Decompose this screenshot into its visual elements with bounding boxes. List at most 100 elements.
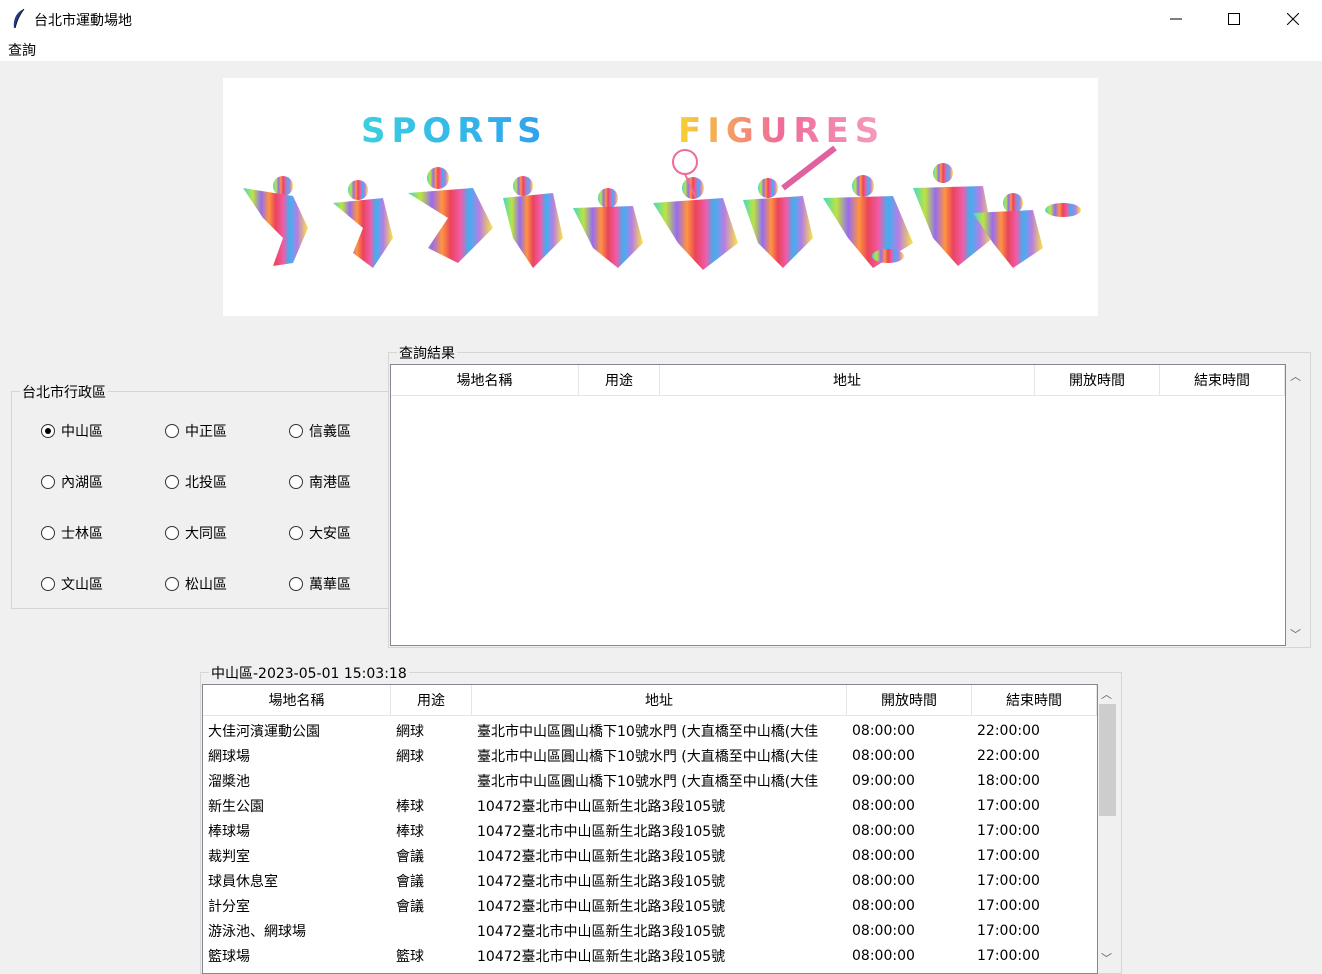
radio-circle-icon[interactable] [41,526,55,540]
column-header[interactable]: 結束時間 [972,685,1097,715]
column-header[interactable]: 開放時間 [1035,365,1160,395]
radio-circle-icon[interactable] [289,475,303,489]
table-row[interactable]: 網球場 網球 臺北市中山區圓山橋下10號水門 (大直橋至中山橋(大佳 08:00:00… [203,743,1097,768]
table-row[interactable]: 溜槳池 臺北市中山區圓山橋下10號水門 (大直橋至中山橋(大佳 09:00:00 18… [203,768,1097,793]
query-results-table[interactable]: 場地名稱 用途 地址 開放時間 結束時間 [390,364,1286,646]
table-cell: 08:00:00 [852,722,915,739]
radio-circle-icon[interactable] [289,424,303,438]
table-cell: 17:00:00 [977,872,1040,889]
district-table-scrollbar[interactable]: ︿ ﹀ [1098,684,1117,968]
district-radio[interactable]: 松山區 [165,574,227,594]
table-cell: 棒球 [396,823,424,840]
scrollbar-thumb[interactable] [1099,704,1116,816]
table-row[interactable]: 游泳池、網球場 10472臺北市中山區新生北路3段105號 08:00:00 17:0… [203,918,1097,943]
radio-circle-icon[interactable] [165,526,179,540]
radio-circle-icon[interactable] [165,424,179,438]
district-table-label: 中山區-2023-05-01 15:03:18 [209,663,409,683]
district-radio[interactable]: 大安區 [289,523,351,543]
table-cell: 08:00:00 [852,872,915,889]
table-cell: 臺北市中山區圓山橋下10號水門 (大直橋至中山橋(大佳 [477,723,819,740]
maximize-button[interactable] [1205,0,1263,38]
district-radio-label: 士林區 [61,526,103,542]
district-radio-label: 萬華區 [309,577,351,593]
scroll-up-arrow-icon[interactable]: ︿ [1287,368,1304,384]
table-cell: 22:00:00 [977,747,1040,764]
scroll-down-arrow-icon[interactable]: ﹀ [1287,626,1304,642]
table-cell: 08:00:00 [852,822,915,839]
district-table-header: 場地名稱 用途 地址 開放時間 結束時間 [203,685,1097,716]
table-row[interactable]: 新生公園 棒球 10472臺北市中山區新生北路3段105號 08:00:00 17:00… [203,793,1097,818]
district-radio[interactable]: 北投區 [165,472,227,492]
table-cell: 10472臺北市中山區新生北路3段105號 [477,873,726,890]
table-cell: 17:00:00 [977,922,1040,939]
table-cell: 17:00:00 [977,822,1040,839]
table-cell: 棒球場 [208,823,250,840]
table-cell: 網球 [396,723,424,740]
menu-query[interactable]: 查詢 [8,40,36,60]
radio-circle-icon[interactable] [165,577,179,591]
radio-circle-icon[interactable] [289,526,303,540]
column-header[interactable]: 地址 [472,685,847,715]
radio-circle-icon[interactable] [41,577,55,591]
table-cell: 10472臺北市中山區新生北路3段105號 [477,898,726,915]
district-radio[interactable]: 萬華區 [289,574,351,594]
column-header[interactable]: 地址 [660,365,1035,395]
table-row[interactable]: 球員休息室 會議 10472臺北市中山區新生北路3段105號 08:00:00 17:0… [203,868,1097,893]
radio-circle-icon[interactable] [41,475,55,489]
table-cell: 08:00:00 [852,947,915,964]
table-cell: 08:00:00 [852,797,915,814]
query-results-label: 查詢結果 [397,343,457,363]
column-header[interactable]: 結束時間 [1160,365,1285,395]
radio-circle-icon[interactable] [165,475,179,489]
district-group: 台北市行政區 中山區 中正區 信義區 內湖區 北投區 南港區 士林區 大同區 大安區 文山區 松山區… [11,382,389,609]
close-button[interactable] [1264,0,1322,38]
table-cell: 10472臺北市中山區新生北路3段105號 [477,923,726,940]
column-header[interactable]: 場地名稱 [203,685,391,715]
scroll-up-arrow-icon[interactable]: ︿ [1098,686,1115,702]
close-icon [1287,13,1299,25]
district-radio[interactable]: 南港區 [289,472,351,492]
table-cell: 08:00:00 [852,847,915,864]
district-radio-label: 中正區 [185,424,227,440]
radio-circle-icon[interactable] [289,577,303,591]
table-row[interactable]: 棒球場 棒球 10472臺北市中山區新生北路3段105號 08:00:00 17:00:… [203,818,1097,843]
table-row[interactable]: 計分室 會議 10472臺北市中山區新生北路3段105號 08:00:00 17:00:… [203,893,1097,918]
column-header[interactable]: 場地名稱 [391,365,579,395]
district-radio[interactable]: 文山區 [41,574,103,594]
table-cell: 大佳河濱運動公園 [208,723,320,740]
table-cell: 球員休息室 [208,873,278,890]
menu-bar: 查詢 [0,38,1322,61]
window-title: 台北市運動場地 [34,13,132,29]
table-cell: 籃球 [396,948,424,965]
column-header[interactable]: 用途 [579,365,660,395]
district-radio[interactable]: 中正區 [165,421,227,441]
table-cell: 會議 [396,898,424,915]
table-cell: 網球 [396,748,424,765]
district-radio[interactable]: 內湖區 [41,472,103,492]
table-cell: 游泳池、網球場 [208,923,306,940]
table-row[interactable]: 籃球場 籃球 10472臺北市中山區新生北路3段105號 08:00:00 17:00:… [203,943,1097,968]
table-cell: 籃球場 [208,948,250,965]
district-radio-label: 南港區 [309,475,351,491]
district-radio[interactable]: 大同區 [165,523,227,543]
table-cell: 網球場 [208,748,250,765]
table-cell: 08:00:00 [852,897,915,914]
table-cell: 10472臺北市中山區新生北路3段105號 [477,948,726,965]
column-header[interactable]: 開放時間 [847,685,972,715]
table-cell: 臺北市中山區圓山橋下10號水門 (大直橋至中山橋(大佳 [477,748,819,765]
district-radio[interactable]: 士林區 [41,523,103,543]
district-radio[interactable]: 中山區 [41,421,103,441]
district-table[interactable]: 場地名稱 用途 地址 開放時間 結束時間 大佳河濱運動公園 網球 臺北市中山區圓山橋下10號… [202,684,1098,974]
district-radio-label: 大安區 [309,526,351,542]
table-row[interactable]: 大佳河濱運動公園 網球 臺北市中山區圓山橋下10號水門 (大直橋至中山橋(大佳 08:… [203,718,1097,743]
query-results-scrollbar[interactable]: ︿ ﹀ [1287,365,1306,645]
table-row[interactable]: 裁判室 會議 10472臺北市中山區新生北路3段105號 08:00:00 17:00:… [203,843,1097,868]
table-cell: 棒球 [396,798,424,815]
district-radio[interactable]: 信義區 [289,421,351,441]
scroll-down-arrow-icon[interactable]: ﹀ [1098,950,1115,966]
minimize-button[interactable] [1147,0,1205,38]
column-header[interactable]: 用途 [391,685,472,715]
table-cell: 10472臺北市中山區新生北路3段105號 [477,798,726,815]
radio-circle-icon[interactable] [41,424,55,438]
table-cell: 08:00:00 [852,747,915,764]
